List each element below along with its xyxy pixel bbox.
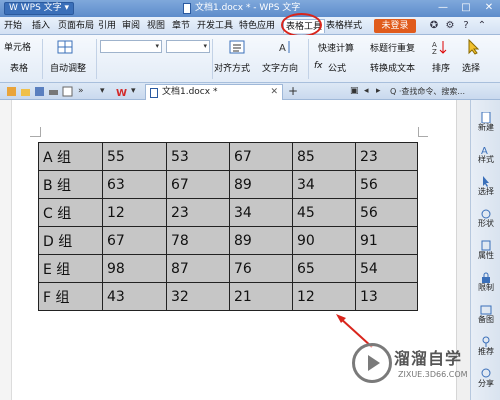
sidebar-label: 推荐 [478, 347, 494, 356]
shape-icon [481, 209, 491, 219]
sidebar-item-share[interactable]: 分享 [471, 368, 500, 389]
share-icon [481, 368, 491, 378]
watermark-logo [352, 343, 392, 383]
select-icon [483, 176, 489, 187]
backup-icon [480, 305, 492, 315]
style-icon: A [481, 146, 488, 155]
sidebar-label: 属性 [478, 251, 494, 260]
new-file-icon [481, 112, 491, 123]
play-icon [368, 355, 380, 371]
sidebar-item-restrict[interactable]: 限制 [471, 272, 500, 293]
watermark-title: 溜溜自学 [394, 349, 463, 368]
sidebar-label: 选择 [478, 187, 494, 196]
sidebar-label: 新建 [478, 123, 494, 132]
lock-icon [482, 272, 490, 283]
watermark-subtitle: ZIXUE.3D66.COM [398, 370, 468, 379]
sidebar-label: 样式 [478, 155, 494, 164]
sidebar-item-shape[interactable]: 形状 [471, 208, 500, 229]
location-icon [482, 336, 490, 347]
annotation-arrow [336, 314, 373, 348]
sidebar-label: 形状 [478, 219, 494, 228]
sidebar-label: 限制 [478, 283, 494, 292]
sidebar-label: 备图 [478, 315, 494, 324]
right-sidebar: 新建 A 样式 选择 形状 属性 限制 备图 推荐 分享 [470, 100, 500, 400]
properties-icon [481, 240, 491, 251]
sidebar-item-recommend[interactable]: 推荐 [471, 336, 500, 357]
sidebar-item-select[interactable]: 选择 [471, 176, 500, 197]
sidebar-item-properties[interactable]: 属性 [471, 240, 500, 261]
sidebar-item-new[interactable]: 新建 [471, 112, 500, 133]
sidebar-item-backup[interactable]: 备图 [471, 304, 500, 325]
sidebar-label: 分享 [478, 379, 494, 388]
svg-text:A: A [481, 146, 488, 155]
sidebar-item-style[interactable]: A 样式 [471, 144, 500, 165]
